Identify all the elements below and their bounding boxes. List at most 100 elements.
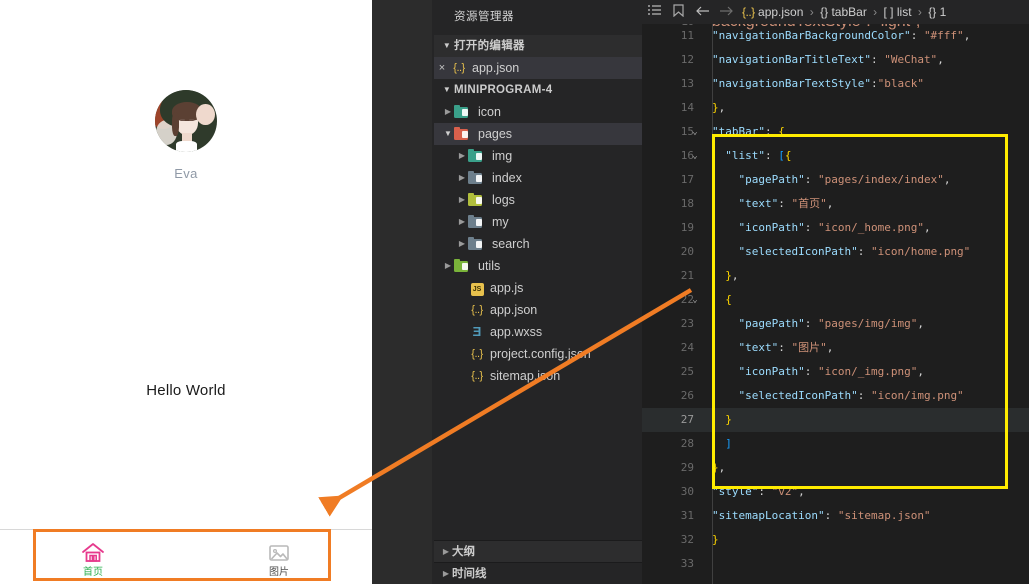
line-number: 29: [680, 461, 694, 474]
tree-item-img[interactable]: ▶ img: [434, 145, 642, 167]
breadcrumb-file[interactable]: app.json: [758, 5, 803, 19]
breadcrumb-part-list[interactable]: list: [897, 5, 912, 19]
breadcrumb-separator: ›: [873, 5, 878, 19]
chevron-right-icon[interactable]: ▶: [456, 233, 468, 255]
tree-item-app-json[interactable]: {..} app.json: [434, 299, 642, 321]
code-line[interactable]: 25 "iconPath": "icon/_img.png",: [642, 360, 1029, 384]
wxss-file-icon: Ǝ: [472, 323, 482, 339]
image-icon: [269, 544, 289, 561]
tree-item-label: project.config.json: [490, 347, 591, 361]
tree-item-logs[interactable]: ▶ logs: [434, 189, 642, 211]
tree-item-pages[interactable]: ▼ pages: [434, 123, 642, 145]
chevron-down-icon[interactable]: ▼: [442, 123, 454, 145]
code-line[interactable]: 22 ⌄ {: [642, 288, 1029, 312]
section-outline[interactable]: ▶ 大纲: [434, 540, 642, 562]
chevron-right-icon[interactable]: ▶: [442, 255, 454, 277]
line-number: 12: [680, 53, 694, 66]
line-number: 25: [680, 365, 694, 378]
chevron-right-icon[interactable]: ▶: [456, 145, 468, 167]
code-line[interactable]: 31 "sitemapLocation": "sitemap.json": [642, 504, 1029, 528]
tree-item-icon[interactable]: ▶ icon: [434, 101, 642, 123]
code-line[interactable]: 17 "pagePath": "pages/index/index",: [642, 168, 1029, 192]
chevron-right-icon[interactable]: ▶: [456, 189, 468, 211]
code-line[interactable]: 32}: [642, 528, 1029, 552]
code-text: ]: [725, 437, 732, 450]
code-text: "navigationBarTextStyle":"black": [712, 77, 924, 90]
tree-item-label: img: [492, 149, 513, 163]
folder-icon: [454, 127, 469, 140]
tree-item-project-config-json[interactable]: {..} project.config.json: [434, 343, 642, 365]
tree-item-utils[interactable]: ▶ utils: [434, 255, 642, 277]
code-line[interactable]: 26 "selectedIconPath": "icon/img.png": [642, 384, 1029, 408]
json-file-icon: {..}: [453, 62, 465, 74]
tree-item-index[interactable]: ▶ index: [434, 167, 642, 189]
section-timeline[interactable]: ▶ 时间线: [434, 562, 642, 584]
code-line[interactable]: 18 "text": "首页",: [642, 192, 1029, 216]
code-editor: {..} app.json › {} tabBar › [ ] list › {…: [642, 0, 1029, 584]
chevron-right-icon[interactable]: ▶: [456, 167, 468, 189]
tabbar-item-home[interactable]: 首页: [0, 530, 186, 584]
breadcrumb-icon-list: [ ]: [883, 5, 894, 19]
code-line[interactable]: 15 ⌄ "tabBar": {: [642, 120, 1029, 144]
editor-breadcrumb-bar: {..} app.json › {} tabBar › [ ] list › {…: [642, 0, 1029, 24]
code-line[interactable]: 21 },: [642, 264, 1029, 288]
open-editor-item-app-json[interactable]: × {..} app.json: [434, 57, 642, 79]
tree-item-app-js[interactable]: JS app.js: [434, 277, 642, 299]
line-number: 22: [680, 293, 694, 306]
section-project-root[interactable]: ▼ MINIPROGRAM-4: [434, 79, 642, 101]
tree-item-search[interactable]: ▶ search: [434, 233, 642, 255]
open-editor-label: app.json: [472, 61, 520, 75]
code-line[interactable]: 11 "navigationBarBackgroundColor": "#fff"…: [642, 24, 1029, 48]
tree-item-my[interactable]: ▶ my: [434, 211, 642, 233]
code-line[interactable]: 30 "style": "v2",: [642, 480, 1029, 504]
code-text: "style": "v2",: [712, 485, 805, 498]
breadcrumb-part-tabbar[interactable]: tabBar: [831, 5, 866, 19]
line-number: 31: [680, 509, 694, 522]
code-line[interactable]: 13 "navigationBarTextStyle":"black": [642, 72, 1029, 96]
folder-icon: [454, 105, 469, 118]
code-line[interactable]: 28 ]: [642, 432, 1029, 456]
line-number: 17: [680, 173, 694, 186]
line-number: 26: [680, 389, 694, 402]
code-line[interactable]: 14},: [642, 96, 1029, 120]
json-file-icon: {..}: [471, 370, 483, 382]
chevron-right-icon[interactable]: ▶: [442, 101, 454, 123]
code-line[interactable]: 19 "iconPath": "icon/_home.png",: [642, 216, 1029, 240]
forward-arrow-icon[interactable]: [714, 5, 738, 20]
line-number: 15: [680, 125, 694, 138]
outline-icon[interactable]: [642, 5, 666, 19]
tabbar-item-image[interactable]: 图片: [186, 530, 372, 584]
close-icon[interactable]: ×: [434, 57, 450, 79]
bookmark-icon[interactable]: [666, 4, 690, 20]
profile-block: Eva: [0, 90, 372, 181]
breadcrumb-icon-index: {}: [928, 5, 937, 19]
code-line[interactable]: 24 "text": "图片",: [642, 336, 1029, 360]
code-line[interactable]: 16 ⌄ "list": [{: [642, 144, 1029, 168]
code-line[interactable]: 27 }: [642, 408, 1029, 432]
code-content[interactable]: 11 "navigationBarBackgroundColor": "#fff"…: [642, 24, 1029, 584]
code-line[interactable]: 23 "pagePath": "pages/img/img",: [642, 312, 1029, 336]
fold-chevron-icon[interactable]: ⌄: [688, 120, 702, 144]
avatar[interactable]: [155, 90, 217, 152]
breadcrumb-part-index[interactable]: 1: [940, 5, 947, 19]
tree-item-label: app.wxss: [490, 325, 543, 339]
explorer-bottom-sections: ▶ 大纲 ▶ 时间线: [434, 540, 642, 584]
fold-chevron-icon[interactable]: ⌄: [688, 144, 702, 168]
back-arrow-icon[interactable]: [690, 5, 714, 20]
code-line[interactable]: 33: [642, 552, 1029, 576]
tree-item-sitemap-json[interactable]: {..} sitemap.json: [434, 365, 642, 387]
breadcrumb[interactable]: {..} app.json › {} tabBar › [ ] list › {…: [742, 5, 946, 19]
code-line[interactable]: 29},: [642, 456, 1029, 480]
tree-item-label: my: [492, 215, 509, 229]
code-line[interactable]: 20 "selectedIconPath": "icon/home.png": [642, 240, 1029, 264]
section-open-editors[interactable]: ▼ 打开的编辑器: [434, 35, 642, 57]
fold-chevron-icon[interactable]: ⌄: [688, 288, 702, 312]
tree-item-app-wxss[interactable]: Ǝapp.wxss: [434, 321, 642, 343]
tree-item-label: app.json: [490, 303, 538, 317]
explorer-panel: 资源管理器 ▼ 打开的编辑器 × {..} app.json ▼ MINIPRO…: [434, 0, 642, 584]
code-text: "iconPath": "icon/_home.png",: [738, 221, 931, 234]
chevron-right-icon[interactable]: ▶: [456, 211, 468, 233]
code-line[interactable]: 12 "navigationBarTitleText": "WeChat",: [642, 48, 1029, 72]
json-file-icon: {..}: [471, 304, 483, 316]
tree-item-label: logs: [492, 193, 515, 207]
